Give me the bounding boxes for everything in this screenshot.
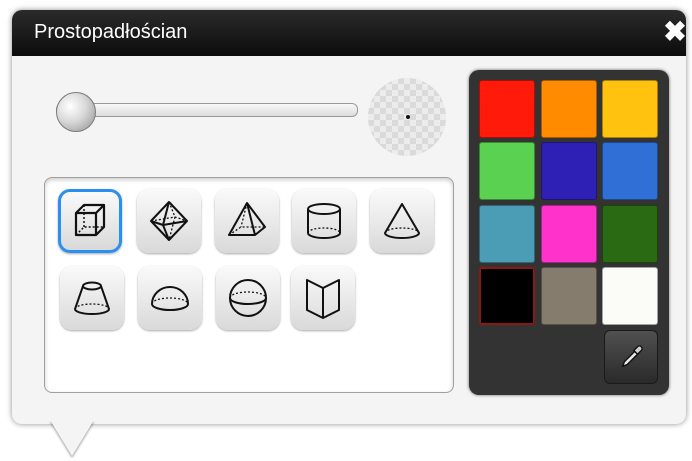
color-swatch[interactable] xyxy=(541,142,597,200)
eyedropper-button[interactable] xyxy=(604,330,658,384)
color-swatch[interactable] xyxy=(479,205,535,263)
color-swatch[interactable] xyxy=(602,267,658,325)
eyedropper-icon xyxy=(621,345,643,368)
frustum-icon xyxy=(73,281,111,315)
color-swatch[interactable] xyxy=(541,205,597,263)
color-swatch[interactable] xyxy=(602,205,658,263)
color-swatch[interactable] xyxy=(541,267,597,325)
shape-button-cone[interactable] xyxy=(370,189,434,253)
cone-icon xyxy=(384,203,420,239)
window-title: Prostopadłościan xyxy=(34,21,188,43)
shape-button-sphere[interactable] xyxy=(216,266,280,330)
panel-pointer xyxy=(50,420,94,456)
color-swatch[interactable] xyxy=(602,142,658,200)
close-icon[interactable]: ✖ xyxy=(662,18,688,46)
cylinder-icon xyxy=(307,203,341,239)
shape-button-open-book[interactable] xyxy=(291,266,355,330)
size-slider-knob[interactable] xyxy=(56,92,96,132)
color-swatch[interactable] xyxy=(479,80,535,138)
shape-button-hemisphere[interactable] xyxy=(138,266,202,330)
open-book-icon xyxy=(306,279,340,319)
sphere-icon xyxy=(229,279,267,317)
pyramid-icon xyxy=(228,202,266,236)
hemisphere-icon xyxy=(150,286,190,311)
title-bar: Prostopadłościan ✖ xyxy=(12,10,688,56)
octahedron-icon xyxy=(150,201,188,241)
size-preview-dot xyxy=(406,115,410,119)
cuboid-icon xyxy=(74,203,106,237)
shape-button-cuboid[interactable] xyxy=(58,189,122,253)
shape-button-octahedron[interactable] xyxy=(137,189,201,253)
shape-button-cylinder[interactable] xyxy=(292,189,356,253)
color-swatch[interactable] xyxy=(541,80,597,138)
color-swatch[interactable] xyxy=(479,142,535,200)
color-swatch[interactable] xyxy=(602,80,658,138)
shape-button-frustum[interactable] xyxy=(60,266,124,330)
size-slider-track[interactable] xyxy=(56,103,358,117)
shape-button-pyramid[interactable] xyxy=(215,189,279,253)
color-swatch[interactable] xyxy=(479,267,535,325)
